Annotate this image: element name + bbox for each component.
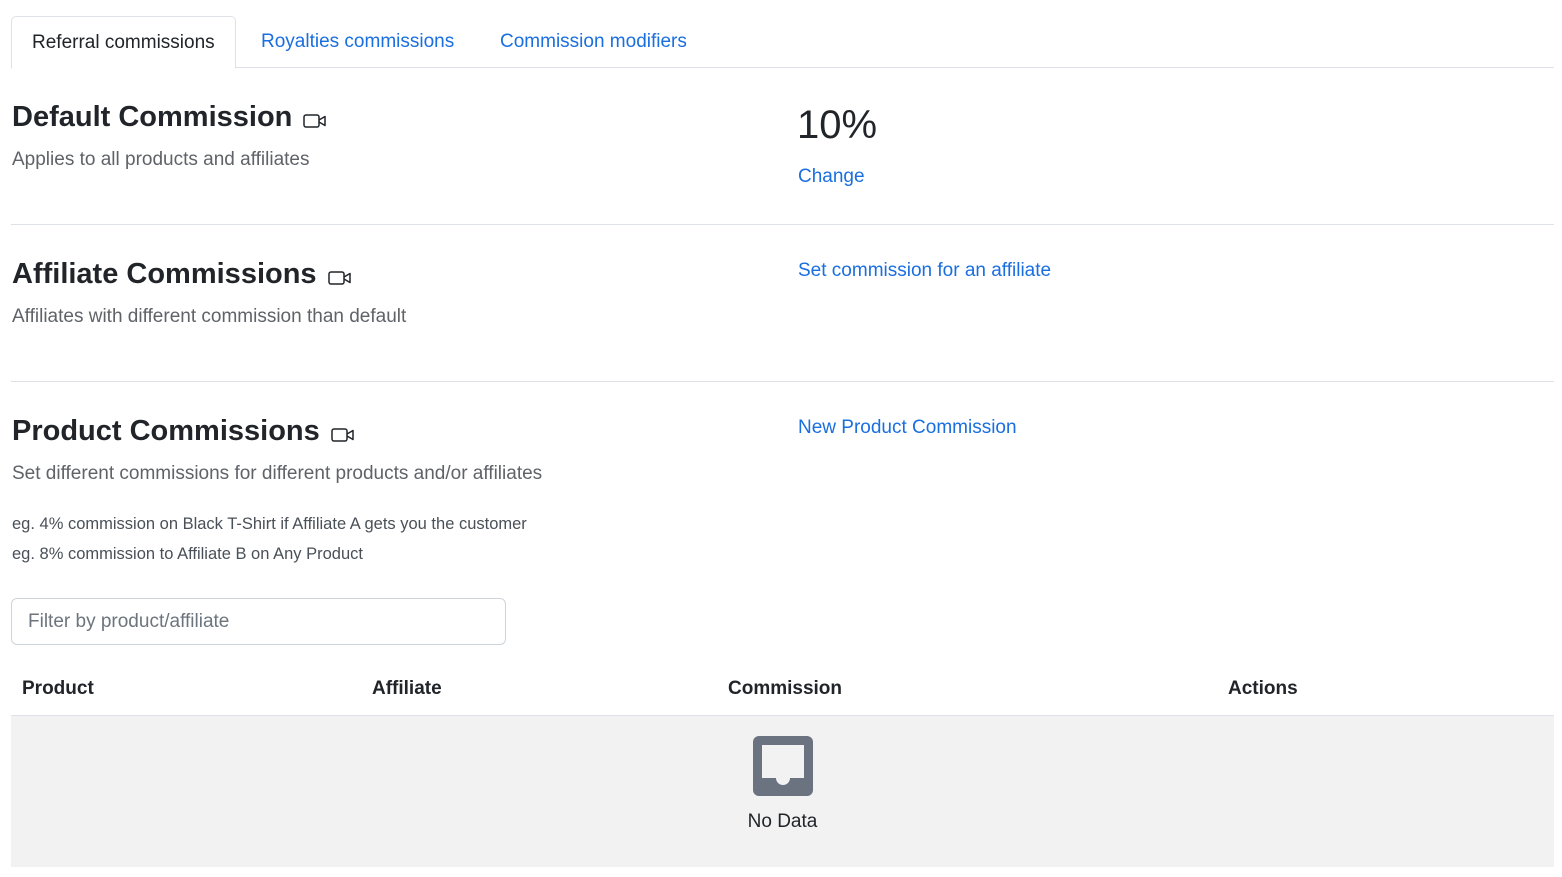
product-commissions-title: Product Commissions	[12, 415, 320, 447]
filter-input[interactable]	[11, 598, 506, 645]
section-divider	[11, 381, 1554, 382]
section-divider	[11, 224, 1554, 225]
default-commission-heading: Default Commission	[12, 98, 327, 137]
tab-royalties-commissions[interactable]: Royalties commissions	[261, 16, 454, 68]
example-text: eg. 4% commission on Black T-Shirt if Af…	[12, 515, 527, 533]
example-text: eg. 8% commission to Affiliate B on Any …	[12, 545, 363, 563]
new-product-commission-link[interactable]: New Product Commission	[798, 417, 1017, 439]
default-commission-title: Default Commission	[12, 101, 293, 133]
column-header-product[interactable]: Product	[22, 678, 94, 700]
tab-referral-commissions[interactable]: Referral commissions	[11, 16, 236, 69]
column-header-actions[interactable]: Actions	[1228, 678, 1298, 700]
tab-commission-modifiers[interactable]: Commission modifiers	[500, 16, 687, 68]
change-commission-link[interactable]: Change	[798, 166, 865, 188]
video-camera-icon[interactable]	[303, 104, 327, 137]
commission-tabs: Referral commissions Royalties commissio…	[11, 16, 1554, 69]
video-camera-icon[interactable]	[331, 418, 355, 451]
product-commissions-heading: Product Commissions	[12, 412, 355, 451]
empty-state-text: No Data	[747, 811, 818, 832]
video-camera-icon[interactable]	[327, 261, 352, 294]
product-commissions-description: Set different commissions for different …	[12, 463, 543, 484]
affiliate-commissions-heading: Affiliate Commissions	[12, 255, 352, 294]
commissions-page: Referral commissions Royalties commissio…	[0, 0, 1562, 877]
default-commission-description: Applies to all products and affiliates	[12, 149, 310, 170]
table-header: Product Affiliate Commission Actions	[11, 668, 1554, 716]
table-empty-state: No Data	[11, 716, 1554, 867]
column-header-commission[interactable]: Commission	[728, 678, 842, 700]
set-affiliate-commission-link[interactable]: Set commission for an affiliate	[798, 260, 1051, 282]
affiliate-commissions-title: Affiliate Commissions	[12, 258, 317, 290]
inbox-icon	[753, 736, 813, 801]
affiliate-commissions-description: Affiliates with different commission tha…	[12, 306, 407, 327]
default-commission-value: 10%	[797, 103, 878, 147]
column-header-affiliate[interactable]: Affiliate	[372, 678, 442, 700]
